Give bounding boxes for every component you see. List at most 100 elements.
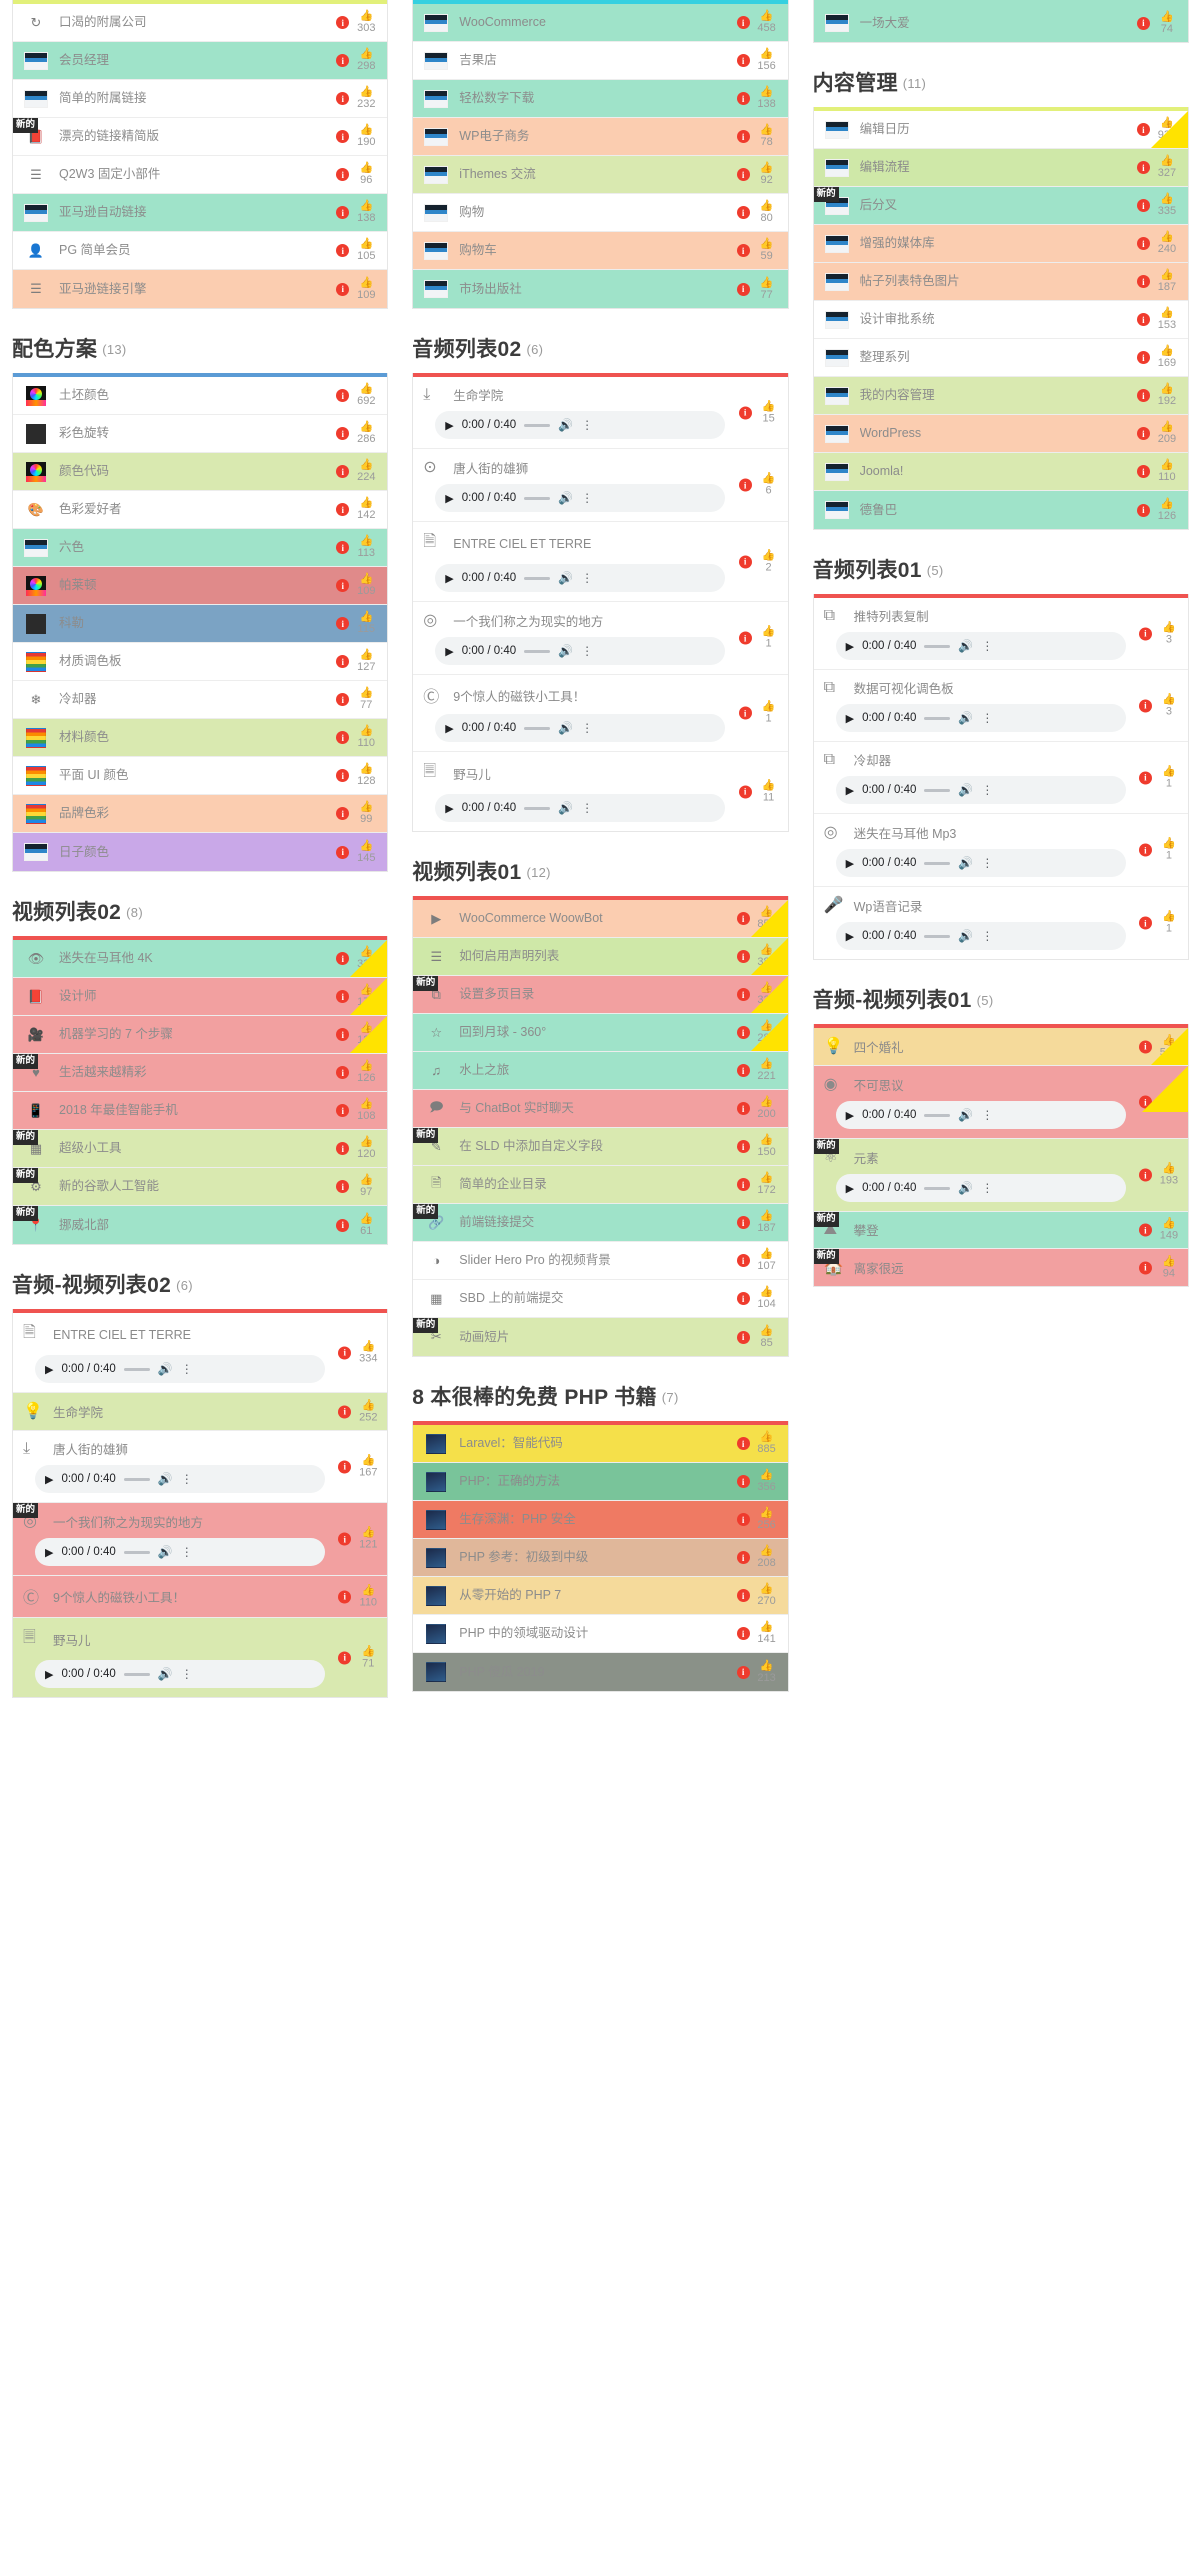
play-button[interactable]: ▶ xyxy=(45,1363,53,1376)
volume-icon[interactable]: 🔊 xyxy=(558,801,573,815)
info-icon[interactable]: i xyxy=(738,478,752,492)
info-icon[interactable]: i xyxy=(336,16,350,29)
info-icon[interactable]: i xyxy=(336,427,350,440)
list-item[interactable]: 帕莱顿 i 👍 109 xyxy=(13,567,388,605)
play-button[interactable]: ▶ xyxy=(846,1182,854,1195)
list-item[interactable]: 新的 ⚙ 新的谷歌人工智能 i 👍 97 xyxy=(13,1168,388,1206)
list-item[interactable]: ⚡👁迷失在马耳他 4Ki👍335 xyxy=(13,940,388,978)
info-icon[interactable]: i xyxy=(736,1665,750,1679)
info-icon[interactable]: i xyxy=(736,1513,750,1526)
list-item[interactable]: Ⓒ 9个惊人的磁铁小工具！ ▶ 0:00 / 0:40 🔊 ⋮ i 👍 1 xyxy=(413,675,788,752)
info-icon[interactable]: i xyxy=(336,389,350,402)
info-icon[interactable]: i xyxy=(338,1532,352,1546)
audio-progress-slider[interactable] xyxy=(924,1113,951,1117)
info-icon[interactable]: i xyxy=(736,1216,750,1229)
info-icon[interactable]: i xyxy=(738,631,752,645)
more-options-icon[interactable]: ⋮ xyxy=(581,571,593,585)
info-icon[interactable]: i xyxy=(1138,843,1152,857)
volume-icon[interactable]: 🔊 xyxy=(958,929,973,943)
more-options-icon[interactable]: ⋮ xyxy=(981,929,993,943)
list-item[interactable]: 轻松数字下载 i 👍 138 xyxy=(413,80,788,118)
more-options-icon[interactable]: ⋮ xyxy=(981,783,993,797)
list-item[interactable]: 新的 ✎ 在 SLD 中添加自定义字段 i 👍 150 xyxy=(413,1128,788,1166)
audio-player[interactable]: ▶ 0:00 / 0:40 🔊 ⋮ xyxy=(835,704,1126,732)
more-options-icon[interactable]: ⋮ xyxy=(981,711,993,725)
list-item[interactable]: 生存深渊：PHP 安全 i 👍 256 xyxy=(413,1501,788,1539)
info-icon[interactable]: i xyxy=(336,1066,350,1079)
play-button[interactable]: ▶ xyxy=(445,572,453,585)
audio-progress-slider[interactable] xyxy=(924,716,951,720)
more-options-icon[interactable]: ⋮ xyxy=(581,491,593,505)
more-options-icon[interactable]: ⋮ xyxy=(981,1181,993,1195)
list-item[interactable]: 🗎 简单的企业目录 i 👍 172 xyxy=(413,1166,788,1204)
list-item[interactable]: 从零开始的 PHP 7 i 👍 270 xyxy=(413,1577,788,1615)
list-item[interactable]: ⚡📕设计师i👍179 xyxy=(13,978,388,1016)
play-button[interactable]: ▶ xyxy=(846,712,854,725)
list-item[interactable]: 新的 ▦ 超级小工具 i 👍 120 xyxy=(13,1130,388,1168)
list-item[interactable]: ⚡☆回到月球 - 360°i👍287 xyxy=(413,1014,788,1052)
volume-icon[interactable]: 🔊 xyxy=(558,644,573,658)
list-item[interactable]: 🗎 ENTRE CIEL ET TERRE ▶ 0:00 / 0:40 🔊 ⋮ i 👍 2 xyxy=(413,522,788,602)
audio-player[interactable]: ▶ 0:00 / 0:40 🔊 ⋮ xyxy=(835,776,1126,804)
audio-player[interactable]: ▶ 0:00 / 0:40 🔊 ⋮ xyxy=(35,1355,325,1383)
info-icon[interactable]: i xyxy=(1138,1223,1152,1237)
info-icon[interactable]: i xyxy=(738,706,752,720)
info-icon[interactable]: i xyxy=(1138,699,1152,712)
list-item[interactable]: 🎨 色彩爱好者 i 👍 142 xyxy=(13,491,388,529)
info-icon[interactable]: i xyxy=(336,1218,350,1232)
list-item[interactable]: 我的内容管理 i 👍 192 xyxy=(813,377,1188,415)
list-item[interactable]: 亚马逊自动链接 i 👍 138 xyxy=(13,194,388,232)
info-icon[interactable]: i xyxy=(336,769,350,782)
list-item[interactable]: 编辑流程 i 👍 327 xyxy=(813,149,1188,187)
play-button[interactable]: ▶ xyxy=(846,857,854,870)
play-button[interactable]: ▶ xyxy=(445,802,453,815)
list-item[interactable]: 平面 UI 颜色 i 👍 128 xyxy=(13,757,388,795)
list-item[interactable]: 购物车 i 👍 59 xyxy=(413,232,788,270)
audio-progress-slider[interactable] xyxy=(924,644,951,648)
info-icon[interactable]: i xyxy=(336,579,350,592)
list-item[interactable]: ◎ 一个我们称之为现实的地方 ▶ 0:00 / 0:40 🔊 ⋮ i 👍 1 xyxy=(413,602,788,675)
volume-icon[interactable]: 🔊 xyxy=(958,1181,973,1195)
info-icon[interactable]: i xyxy=(738,785,752,798)
list-item[interactable]: ⚡编辑日历i👍937 xyxy=(813,111,1188,149)
list-item[interactable]: 颜色代码 i 👍 224 xyxy=(13,453,388,491)
audio-player[interactable]: ▶ 0:00 / 0:40 🔊 ⋮ xyxy=(435,637,726,665)
audio-player[interactable]: ▶ 0:00 / 0:40 🔊 ⋮ xyxy=(435,411,726,439)
info-icon[interactable]: i xyxy=(1138,771,1152,784)
list-item[interactable]: 新的 🏠 离家很远 i 👍 94 xyxy=(813,1249,1188,1286)
info-icon[interactable]: i xyxy=(736,1178,750,1191)
info-icon[interactable]: i xyxy=(736,16,750,29)
info-icon[interactable]: i xyxy=(336,541,350,554)
list-item[interactable]: 六色 i 👍 113 xyxy=(13,529,388,567)
info-icon[interactable]: i xyxy=(336,845,350,859)
list-item[interactable]: 新的 🔗 前端链接提交 i 👍 187 xyxy=(413,1204,788,1242)
info-icon[interactable]: i xyxy=(736,1627,750,1640)
list-item[interactable]: ♫ 水上之旅 i 👍 221 xyxy=(413,1052,788,1090)
info-icon[interactable]: i xyxy=(736,1102,750,1115)
info-icon[interactable]: i xyxy=(338,1651,352,1664)
info-icon[interactable]: i xyxy=(736,1551,750,1564)
info-icon[interactable]: i xyxy=(736,54,750,67)
list-item[interactable]: ◎ 迷失在马耳他 Mp3 ▶ 0:00 / 0:40 🔊 ⋮ i 👍 1 xyxy=(813,814,1188,887)
list-item[interactable]: 市场出版社 i 👍 77 xyxy=(413,270,788,308)
more-options-icon[interactable]: ⋮ xyxy=(581,644,593,658)
list-item[interactable]: PHP 傻瓜 2019 i 👍 213 xyxy=(413,1653,788,1691)
more-options-icon[interactable]: ⋮ xyxy=(181,1472,193,1486)
more-options-icon[interactable]: ⋮ xyxy=(981,1108,993,1122)
volume-icon[interactable]: 🔊 xyxy=(958,639,973,653)
info-icon[interactable]: i xyxy=(336,168,350,181)
info-icon[interactable]: i xyxy=(736,1330,750,1344)
info-icon[interactable]: i xyxy=(736,206,750,219)
audio-player[interactable]: ▶ 0:00 / 0:40 🔊 ⋮ xyxy=(435,714,726,742)
info-icon[interactable]: i xyxy=(1138,1168,1152,1182)
info-icon[interactable]: i xyxy=(1136,161,1150,174)
info-icon[interactable]: i xyxy=(1136,503,1150,517)
audio-player[interactable]: ▶ 0:00 / 0:40 🔊 ⋮ xyxy=(835,632,1126,660)
list-item[interactable]: ⚡☰如何启用声明列表i👍386 xyxy=(413,938,788,976)
list-item[interactable]: 新的⚡⧉设置多页目录i👍326 xyxy=(413,976,788,1014)
audio-progress-slider[interactable] xyxy=(123,1367,150,1371)
audio-progress-slider[interactable] xyxy=(524,423,551,427)
play-button[interactable]: ▶ xyxy=(45,1473,53,1486)
info-icon[interactable]: i xyxy=(336,54,350,67)
list-item[interactable]: ⧉ 冷却器 ▶ 0:00 / 0:40 🔊 ⋮ i 👍 1 xyxy=(813,742,1188,814)
